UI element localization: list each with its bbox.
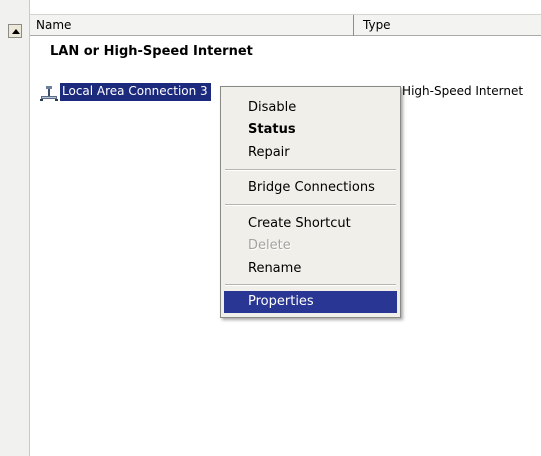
menu-item-properties[interactable]: Properties <box>224 291 397 313</box>
column-header: Name Type <box>30 14 541 36</box>
column-header-type[interactable]: Type <box>355 15 541 36</box>
menu-separator <box>225 204 396 206</box>
context-menu: Disable Status Repair Bridge Connections… <box>220 86 401 318</box>
menu-item-rename[interactable]: Rename <box>224 258 397 280</box>
scroll-up-arrow-icon[interactable] <box>8 24 22 38</box>
group-header: LAN or High-Speed Internet <box>50 44 253 59</box>
menu-item-bridge-connections[interactable]: Bridge Connections <box>224 177 397 199</box>
menu-item-repair[interactable]: Repair <box>224 142 397 164</box>
network-connection-icon <box>40 86 58 101</box>
connection-name[interactable]: Local Area Connection 3 <box>60 83 211 101</box>
menu-item-create-shortcut[interactable]: Create Shortcut <box>224 213 397 235</box>
left-scroll-strip <box>0 0 30 456</box>
menu-item-delete: Delete <box>248 238 291 253</box>
network-connections-window: Name Type LAN or High-Speed Internet Loc… <box>0 0 541 456</box>
menu-separator <box>225 169 396 171</box>
menu-separator <box>225 284 396 286</box>
menu-item-disable[interactable]: Disable <box>224 97 397 119</box>
menu-item-status[interactable]: Status <box>224 119 397 141</box>
column-header-name[interactable]: Name <box>30 15 354 36</box>
